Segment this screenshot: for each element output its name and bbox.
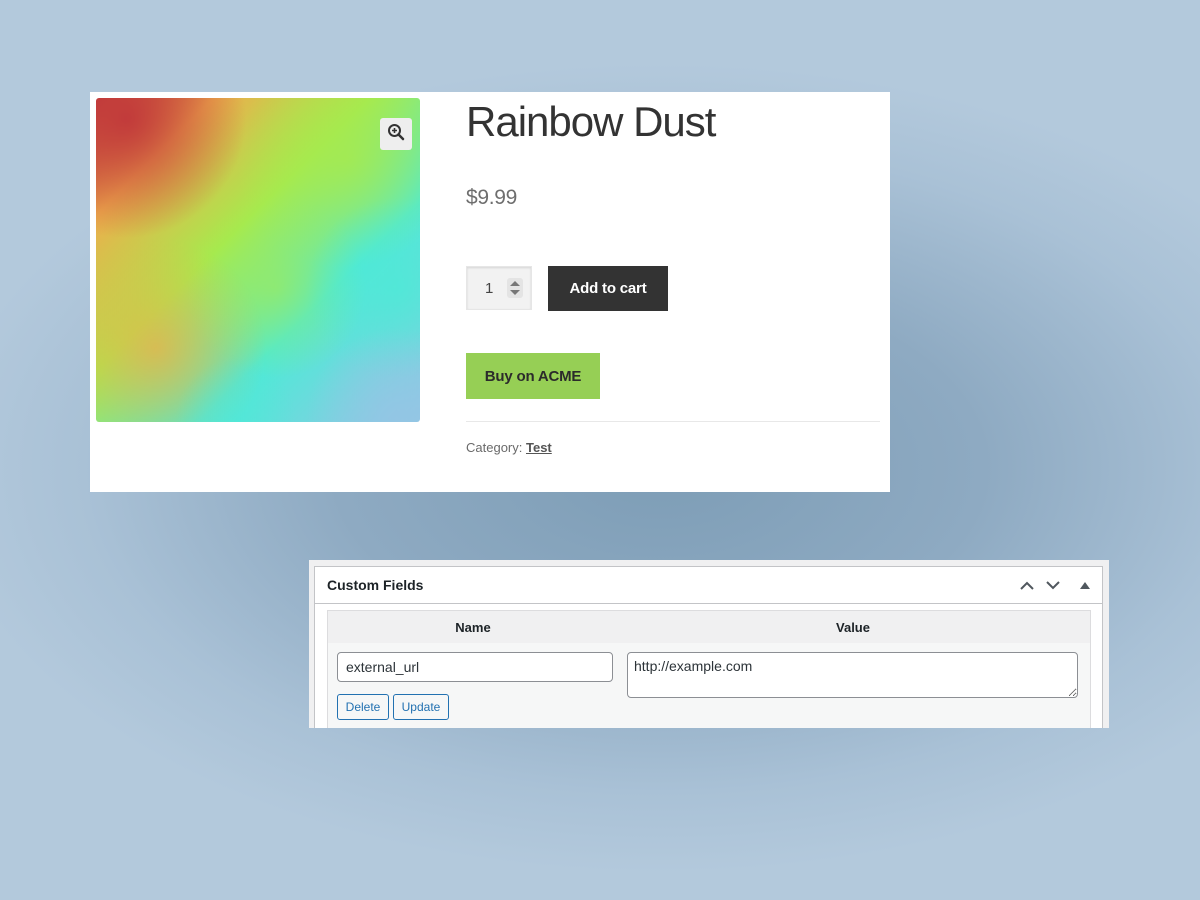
stepper-down-icon[interactable]	[510, 290, 520, 295]
custom-field-value-input[interactable]: http://example.com	[627, 652, 1078, 698]
custom-fields-table: Name Value http://example.com Delete Upd…	[327, 610, 1091, 728]
update-button[interactable]: Update	[393, 694, 449, 720]
column-header-name: Name	[455, 620, 491, 635]
custom-fields-title: Custom Fields	[327, 577, 424, 593]
triangle-up-icon[interactable]	[1074, 575, 1096, 595]
product-price: $9.99	[466, 186, 518, 209]
stepper-up-icon[interactable]	[510, 281, 520, 286]
column-header-value: Value	[836, 620, 870, 635]
chevron-down-icon[interactable]	[1042, 575, 1064, 595]
zoom-button[interactable]	[380, 118, 412, 150]
quantity-value: 1	[485, 280, 494, 297]
custom-fields-box: Custom Fields Name Value http://example.…	[314, 566, 1103, 728]
product-image[interactable]	[96, 98, 420, 422]
add-to-cart-button[interactable]: Add to cart	[548, 266, 668, 311]
chevron-up-icon[interactable]	[1016, 575, 1038, 595]
product-card: Rainbow Dust $9.99 1 Add to cart Buy on …	[90, 92, 890, 492]
category-label: Category:	[466, 440, 523, 455]
product-image-canvas	[96, 98, 420, 422]
divider	[466, 421, 880, 422]
product-title: Rainbow Dust	[466, 98, 716, 145]
custom-fields-header: Custom Fields	[315, 567, 1102, 604]
table-header: Name Value	[328, 611, 1090, 643]
category-link[interactable]: Test	[526, 440, 552, 455]
buy-on-acme-button[interactable]: Buy on ACME	[466, 353, 600, 399]
quantity-stepper[interactable]	[507, 278, 523, 298]
zoom-in-icon	[387, 123, 405, 146]
custom-field-name-input[interactable]	[337, 652, 613, 682]
product-category: Category: Test	[466, 440, 552, 455]
delete-button[interactable]: Delete	[337, 694, 389, 720]
quantity-input[interactable]: 1	[466, 266, 532, 310]
custom-fields-panel: Custom Fields Name Value http://example.…	[309, 560, 1109, 728]
